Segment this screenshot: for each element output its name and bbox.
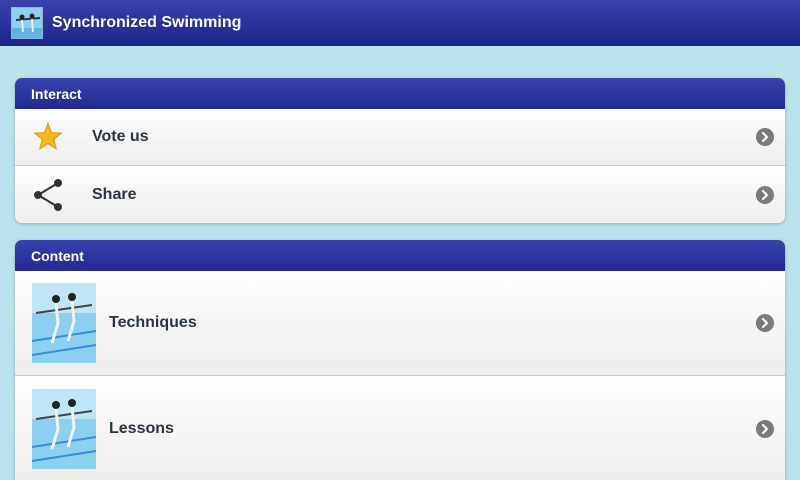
chevron-right-icon xyxy=(756,419,774,438)
swimmers-thumbnail-icon xyxy=(32,283,96,363)
interact-section: Interact Vote us Share xyxy=(15,78,785,223)
chevron-right-icon xyxy=(756,185,774,204)
star-icon xyxy=(32,121,64,153)
vote-us-item[interactable]: Vote us xyxy=(15,109,785,166)
chevron-right-icon xyxy=(756,314,774,332)
share-label: Share xyxy=(92,185,137,203)
share-icon xyxy=(32,178,64,211)
section-header: Interact xyxy=(15,78,785,109)
lessons-label: Lessons xyxy=(109,419,174,437)
share-item[interactable]: Share xyxy=(15,166,785,223)
app-title: Synchronized Swimming xyxy=(52,14,242,31)
vote-us-label: Vote us xyxy=(92,128,149,145)
techniques-label: Techniques xyxy=(109,314,197,331)
app-icon xyxy=(11,7,43,39)
content-section: Content Techniques Lessons xyxy=(15,240,785,480)
techniques-item[interactable]: Techniques xyxy=(15,271,785,376)
chevron-right-icon xyxy=(756,128,774,146)
lessons-item[interactable]: Lessons xyxy=(15,376,785,480)
section-header: Content xyxy=(15,240,785,271)
app-bar: Synchronized Swimming xyxy=(0,0,800,46)
swimmers-thumbnail-icon xyxy=(32,388,96,469)
